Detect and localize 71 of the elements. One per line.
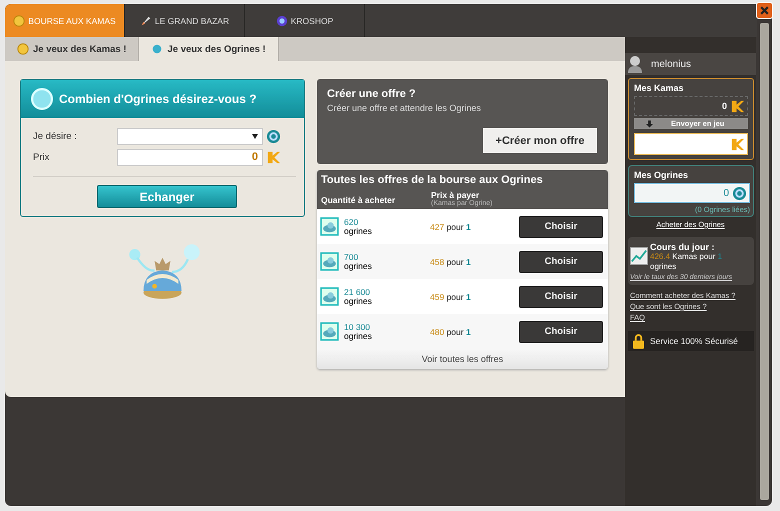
rate-text: Kamas pour [672, 252, 716, 261]
ogrine-icon [732, 186, 747, 200]
close-icon [759, 5, 770, 16]
price-value: 458 [430, 256, 444, 266]
quantity-unit: ogrines [344, 296, 373, 306]
price-value: 459 [430, 292, 444, 302]
lock-icon [633, 334, 644, 348]
coin-icon [17, 43, 29, 55]
column-header: Quantité à acheter [321, 195, 396, 205]
ogrines-balance-field: 0 [634, 183, 750, 203]
ogrine-pack-icon [320, 322, 339, 341]
panel-title: Toutes les offres de la bourse aux Ogrines [321, 174, 544, 186]
avatar-icon [627, 55, 643, 73]
orb-icon [151, 43, 164, 55]
price-per: pour [446, 292, 464, 302]
rate-count: 1 [718, 252, 722, 261]
secure-text: Service 100% Sécurisé [650, 336, 738, 346]
username: melonius [651, 58, 692, 70]
quantity-value: 620 [344, 218, 360, 226]
price-count: 1 [466, 292, 471, 302]
ogrine-pack-icon [320, 252, 339, 271]
quantity-value: 21 600 [344, 288, 371, 296]
caret-icon [252, 134, 258, 138]
create-offer-button[interactable]: +Créer mon offre [483, 128, 597, 153]
choose-button[interactable]: Choisir [519, 250, 603, 272]
kamas-balance-field: 0 [634, 96, 748, 116]
kamas-amount-field[interactable] [634, 133, 748, 155]
choose-button[interactable]: Choisir [519, 286, 603, 308]
price-value: 480 [430, 326, 444, 336]
price-per: pour [446, 326, 464, 336]
choose-button[interactable]: Choisir [519, 216, 603, 238]
quantity-unit: ogrines [344, 262, 373, 270]
ogrine-pack-icon [320, 287, 339, 306]
orb-icon [31, 88, 53, 110]
panel-title: Mes Kamas [634, 83, 685, 93]
see-all-link[interactable]: Voir toutes les offres [422, 354, 504, 364]
rate-value: 426.4 [650, 252, 670, 261]
price-count: 1 [466, 256, 471, 266]
kama-icon [266, 150, 281, 164]
field-label: Prix [33, 152, 50, 162]
rate-unit: ogrines [650, 262, 678, 272]
price-per: pour [446, 222, 464, 232]
field-label: Je désire : [33, 130, 78, 142]
kama-icon [730, 98, 745, 114]
quantity-unit: ogrines [344, 332, 373, 340]
coin-icon [13, 14, 26, 26]
sub-tab[interactable]: Je veux des Ogrines ! [139, 37, 279, 61]
column-header: Prix à payer [431, 190, 480, 200]
price-value: 427 [430, 222, 444, 232]
choose-button[interactable]: Choisir [519, 320, 603, 342]
download-icon [646, 120, 653, 128]
price-count: 1 [466, 222, 471, 232]
scrollbar[interactable] [760, 23, 769, 500]
chart-icon [630, 247, 648, 265]
quantity-dropdown[interactable] [117, 128, 263, 144]
panel-title: Combien d'Ogrines désirez-vous ? [59, 92, 257, 106]
kama-icon [730, 136, 745, 152]
shop-icon [276, 14, 288, 26]
panel-title: Mes Ogrines [634, 170, 690, 180]
price-per: pour [446, 256, 464, 266]
panel-title: Créer une offre ? [327, 88, 417, 100]
quantity-value: 700 [344, 252, 360, 262]
panel-text: Créer une offre et attendre les Ogrines [327, 103, 482, 113]
ogrine-pack-icon [320, 217, 339, 236]
ogrine-icon [266, 128, 281, 144]
rate-title: Cours du jour : [650, 242, 716, 252]
rocket-icon [140, 14, 152, 26]
quantity-value: 10 300 [344, 322, 371, 332]
quantity-unit: ogrines [344, 226, 373, 236]
price-count: 1 [466, 326, 471, 336]
close-button[interactable] [756, 2, 773, 19]
